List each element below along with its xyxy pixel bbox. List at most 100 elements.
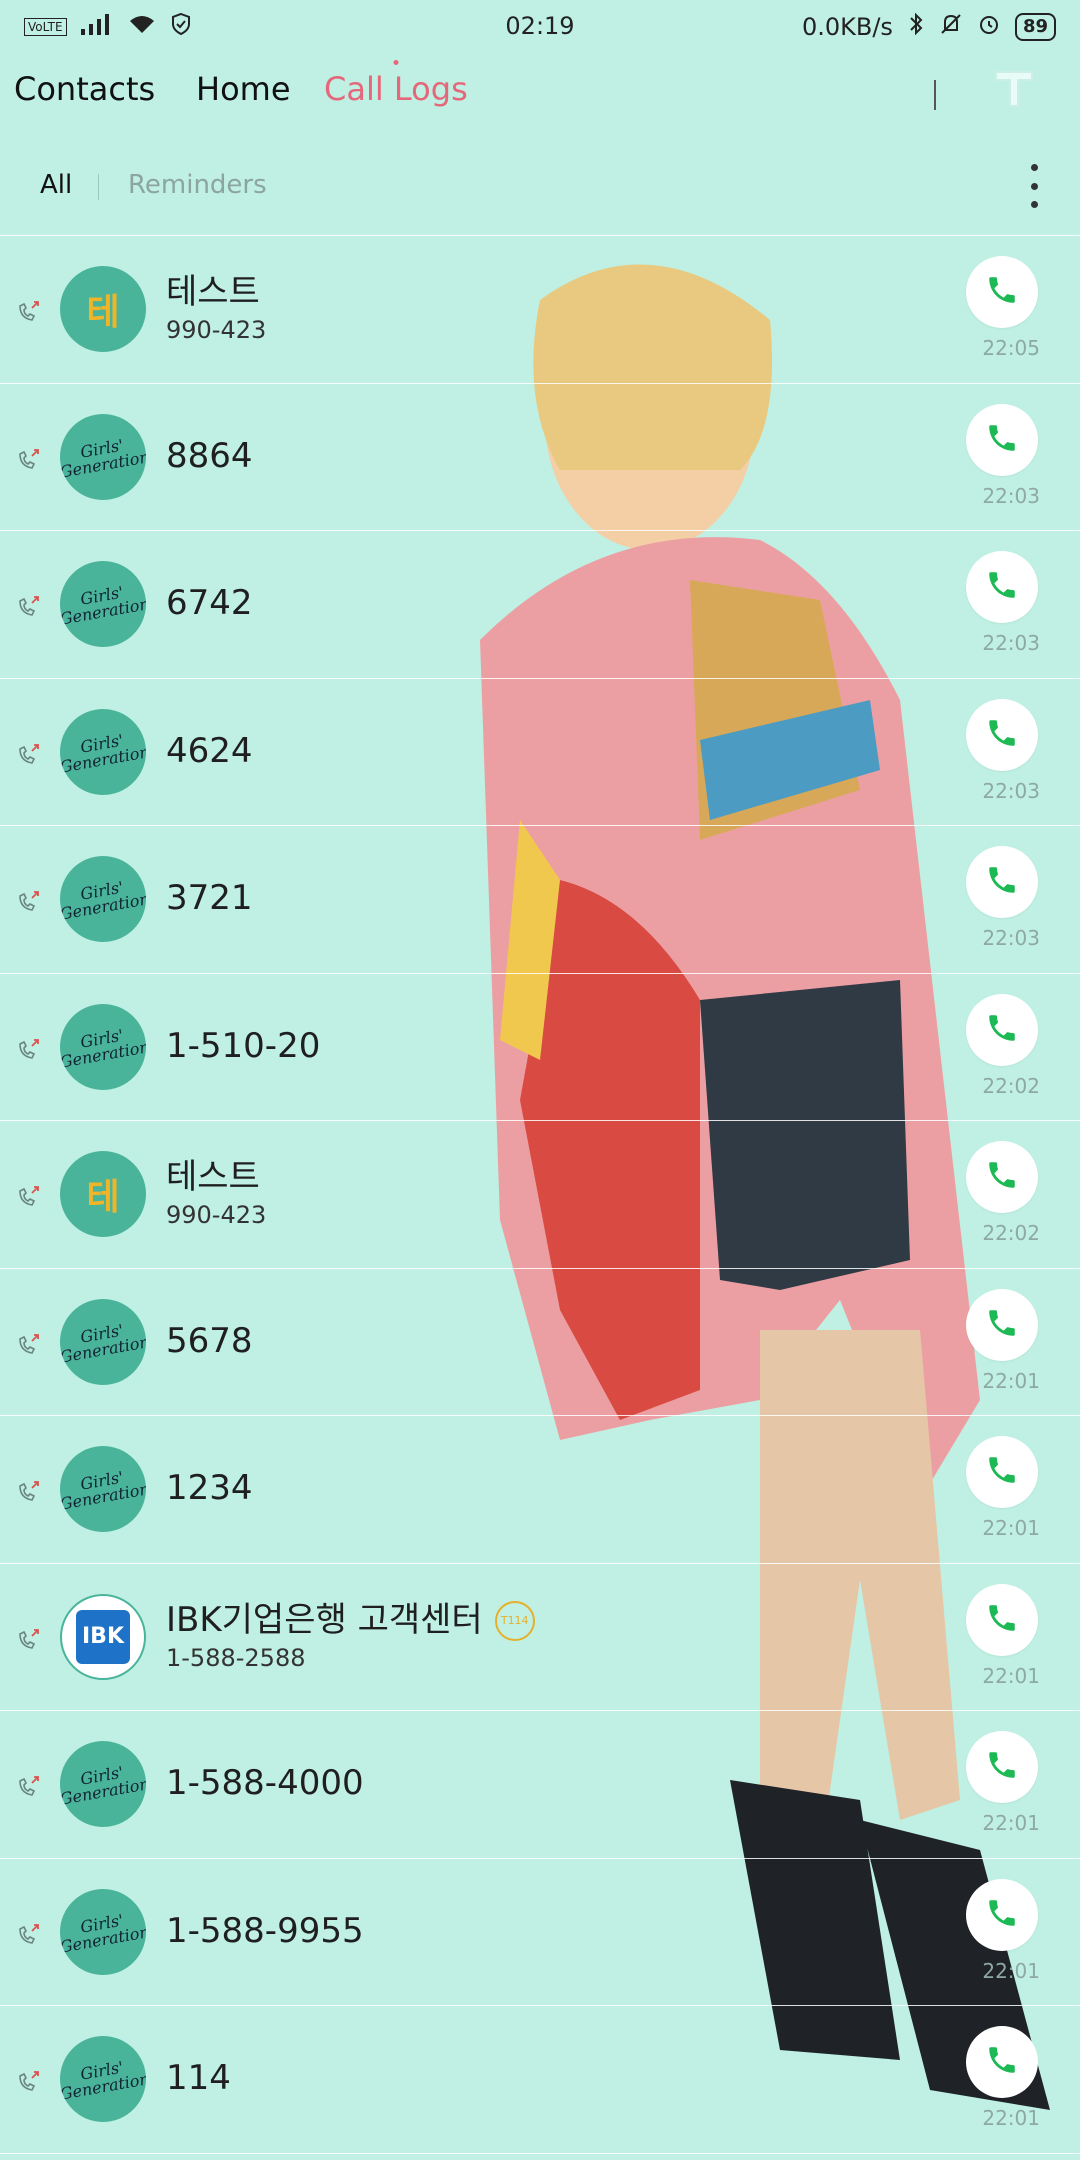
call-log-row[interactable]: Girls' Generation 8864 22:03 [0,384,1080,531]
contact-avatar[interactable]: Girls' Generation [60,413,146,500]
contact-name: 테스트 [166,264,260,313]
call-button[interactable] [966,1583,1038,1656]
contact-avatar[interactable]: Girls' Generation [60,708,146,795]
contact-name: 4624 [166,731,253,771]
contact-avatar[interactable]: Girls' Generation [60,561,146,647]
outgoing-call-icon [16,1921,42,1947]
filter-reminders[interactable]: Reminders [128,170,267,200]
status-bar: VoLTE 02:19 0.0KB/s 89 [0,0,1080,52]
avatar-content: Girls' Generation [60,435,146,482]
call-log-list: 테 테스트 990-423 22:05 Girls' Generation 88… [0,235,1080,2154]
phone-icon [985,273,1019,311]
call-time: 22:01 [982,1811,1040,1835]
phone-icon [985,1748,1019,1786]
tab-call-logs-label: Call Logs [324,70,468,108]
avatar-content: 테 [86,292,120,333]
avatar-content: Girls' Generation [60,1910,146,1957]
outgoing-call-icon [16,1183,42,1209]
call-button[interactable] [966,256,1038,328]
call-log-row[interactable]: Girls' Generation 114 22:01 [0,2006,1080,2154]
contact-avatar[interactable]: Girls' Generation [60,1888,146,1975]
call-button[interactable] [966,1288,1038,1361]
outgoing-call-icon [16,741,42,767]
outgoing-call-icon [16,888,42,914]
phone-icon [985,421,1019,459]
phone-icon [985,2043,1019,2081]
contact-name-text: 1-588-4000 [166,1763,364,1803]
call-button[interactable] [966,2026,1038,2098]
contact-name-text: 114 [166,2058,231,2098]
contact-name: 테스트 [166,1149,260,1198]
avatar-content: IBK [76,1609,130,1664]
active-tab-dot [393,60,399,65]
filter-all[interactable]: All [40,170,72,200]
outgoing-call-icon [16,2068,42,2094]
tab-call-logs[interactable]: Call Logs [324,60,468,108]
nav-divider [934,80,936,110]
contact-name-text: 3721 [166,878,253,918]
call-button[interactable] [966,846,1038,918]
call-log-row[interactable]: 테 테스트 990-423 22:02 [0,1121,1080,1269]
call-log-row[interactable]: Girls' Generation 6742 22:03 [0,531,1080,679]
call-button[interactable] [966,698,1038,771]
call-time: 22:02 [982,1221,1040,1245]
call-log-row[interactable]: IBK IBK기업은행 고객센터 T114 1-588-2588 22:01 [0,1564,1080,1711]
contact-avatar[interactable]: Girls' Generation [60,1298,146,1385]
phone-icon [985,1896,1019,1934]
call-time: 22:03 [982,483,1040,508]
outgoing-call-icon [16,1331,42,1357]
call-time: 22:01 [982,1516,1040,1540]
outgoing-call-icon [16,1626,42,1652]
contact-name: 3721 [166,878,253,918]
avatar-content: Girls' Generation [60,1762,146,1809]
call-button[interactable] [966,993,1038,1066]
network-speed: 0.0KB/s [801,13,893,41]
contact-avatar[interactable]: Girls' Generation [60,2036,146,2122]
more-options-icon[interactable] [1028,164,1040,208]
contact-avatar[interactable]: 테 [60,1151,146,1237]
t-logo-icon[interactable] [992,66,1036,110]
call-log-row[interactable]: Girls' Generation 1-588-4000 22:01 [0,1711,1080,1859]
t114-badge: T114 [494,1601,535,1641]
call-button[interactable] [966,1878,1038,1951]
contact-name-text: 1-510-20 [166,1025,321,1066]
contact-avatar[interactable]: Girls' Generation [60,856,146,942]
call-log-row[interactable]: Girls' Generation 1-588-9955 22:01 [0,1859,1080,2006]
avatar-content: Girls' Generation [60,1467,146,1514]
contact-avatar[interactable]: Girls' Generation [60,1003,146,1090]
tab-contacts[interactable]: Contacts [14,70,155,108]
contact-number: 990-423 [166,1201,267,1229]
call-log-row[interactable]: Girls' Generation 3721 22:03 [0,826,1080,974]
avatar-content: Girls' Generation [60,1320,146,1367]
contact-name-text: 테스트 [166,1157,260,1197]
contact-avatar[interactable]: IBK [60,1593,146,1680]
call-button[interactable] [966,1141,1038,1213]
call-button[interactable] [966,1731,1038,1803]
call-time: 22:03 [982,631,1040,655]
phone-icon [985,1601,1019,1639]
tab-home[interactable]: Home [196,70,291,108]
contact-name-text: 1234 [166,1468,253,1508]
call-log-row[interactable]: Girls' Generation 4624 22:03 [0,679,1080,826]
mute-icon [939,12,963,42]
phone-icon [985,716,1019,754]
contact-avatar[interactable]: Girls' Generation [60,1446,146,1532]
call-log-row[interactable]: 테 테스트 990-423 22:05 [0,236,1080,384]
call-button[interactable] [966,403,1038,476]
call-button[interactable] [966,551,1038,623]
avatar-content: Girls' Generation [60,1025,146,1072]
bluetooth-icon [907,12,925,42]
contact-name: 5678 [166,1321,253,1361]
call-time: 22:02 [982,1073,1040,1098]
call-button[interactable] [966,1436,1038,1508]
call-log-row[interactable]: Girls' Generation 1-510-20 22:02 [0,974,1080,1121]
call-log-row[interactable]: Girls' Generation 5678 22:01 [0,1269,1080,1416]
contact-number: 990-423 [166,316,267,344]
call-log-row[interactable]: Girls' Generation 1234 22:01 [0,1416,1080,1564]
contact-avatar[interactable]: Girls' Generation [60,1741,146,1827]
phone-icon [985,1306,1019,1344]
contact-avatar[interactable]: 테 [60,266,146,352]
phone-icon [985,568,1019,606]
contact-name-text: 4624 [166,730,253,771]
phone-icon [985,863,1019,901]
